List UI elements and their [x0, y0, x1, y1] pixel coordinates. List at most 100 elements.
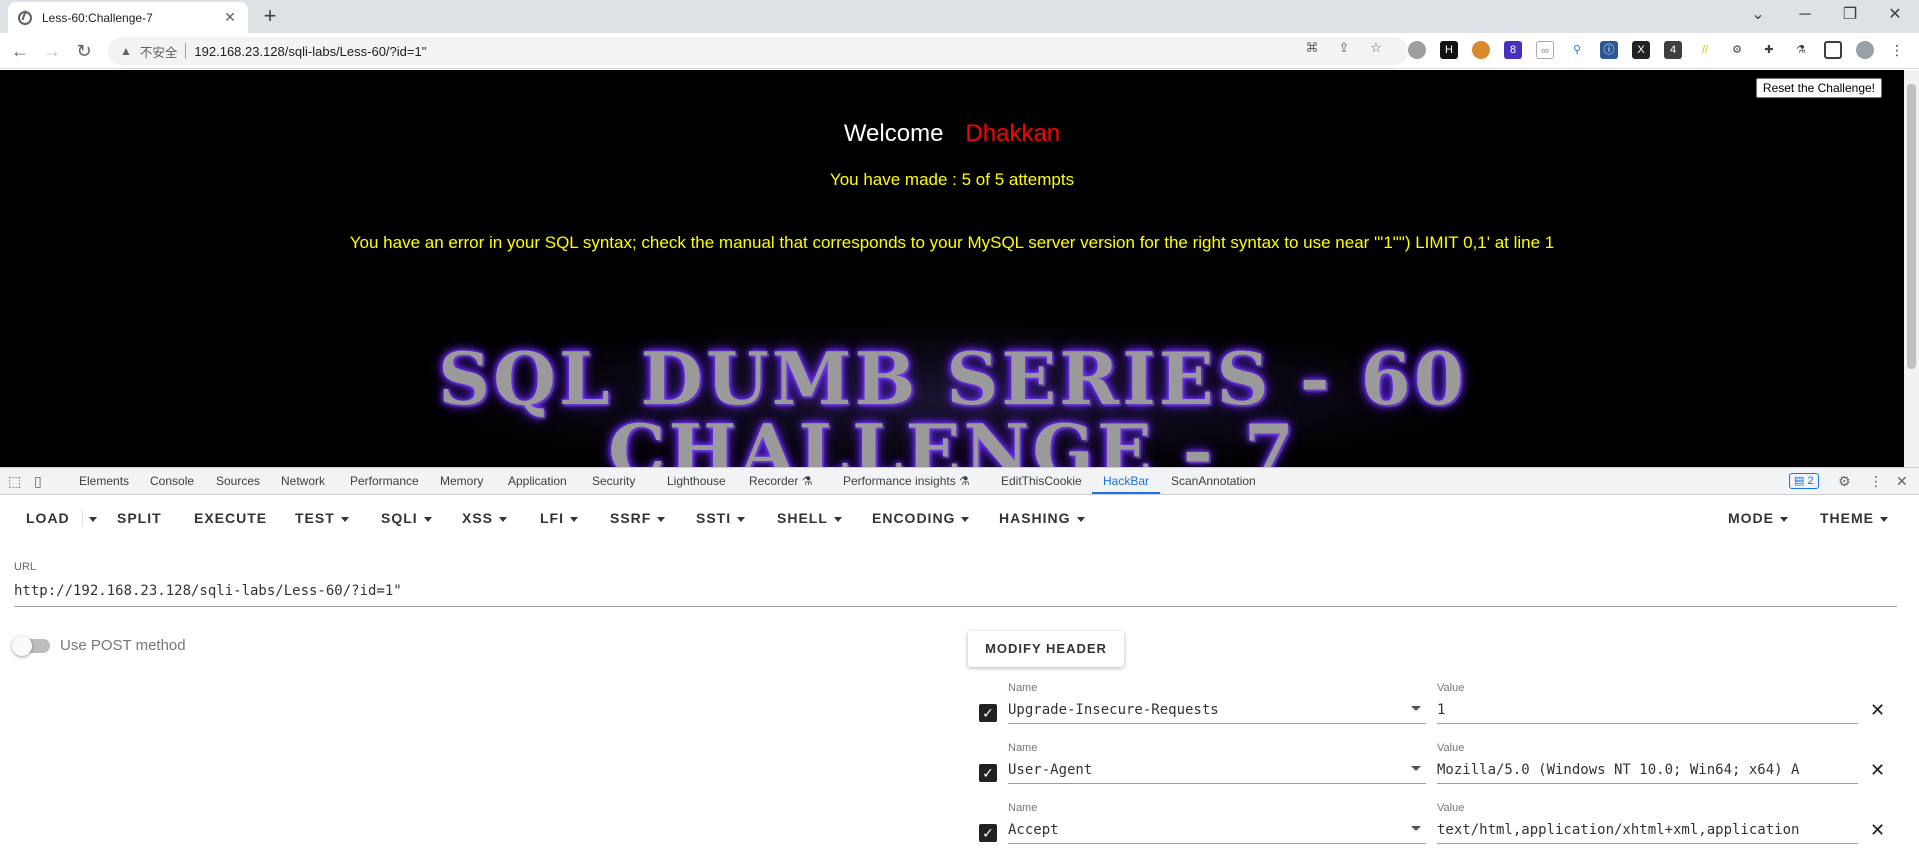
- extension-rings-icon[interactable]: ∞: [1536, 41, 1554, 59]
- devtools-tabbar: ⬚ ▯ Elements Console Sources Network Per…: [0, 468, 1919, 495]
- header-row: ✓ Name User-Agent Value Mozilla/5.0 (Win…: [968, 742, 1899, 802]
- split-button[interactable]: SPLIT: [117, 510, 162, 526]
- modify-header-button[interactable]: MODIFY HEADER: [968, 631, 1124, 667]
- load-button[interactable]: LOAD: [26, 510, 70, 526]
- execute-button[interactable]: EXECUTE: [194, 510, 267, 526]
- series-banner: SQL DUMB SERIES - 60 CHALLENGE - 7: [405, 318, 1500, 467]
- header-name-select[interactable]: Accept: [1008, 816, 1426, 844]
- chevron-down-icon[interactable]: [1411, 826, 1421, 831]
- tab-scanannotation[interactable]: ScanAnnotation: [1171, 474, 1256, 488]
- url-input[interactable]: http://192.168.23.128/sqli-labs/Less-60/…: [14, 577, 1897, 607]
- mode-menu[interactable]: MODE: [1728, 510, 1788, 526]
- hackbar-menu: LOAD SPLIT EXECUTE TEST SQLI XSS LFI SSR…: [0, 496, 1919, 542]
- tab-editthiscookie[interactable]: EditThisCookie: [1001, 474, 1082, 488]
- header-row: ✓ Name Upgrade-Insecure-Requests Value 1…: [968, 682, 1899, 742]
- delete-header-icon[interactable]: ✕: [1870, 760, 1885, 781]
- header-checkbox[interactable]: ✓: [979, 824, 997, 842]
- extension-x-icon[interactable]: X: [1632, 41, 1650, 59]
- test-menu[interactable]: TEST: [295, 510, 349, 526]
- browser-tab[interactable]: Less-60:Challenge-7 ✕: [8, 2, 248, 33]
- header-checkbox[interactable]: ✓: [979, 764, 997, 782]
- tab-sources[interactable]: Sources: [216, 474, 260, 488]
- back-icon[interactable]: ←: [9, 40, 31, 62]
- chevron-down-icon[interactable]: [1411, 766, 1421, 771]
- chevron-down-icon[interactable]: [1411, 706, 1421, 711]
- load-dropdown[interactable]: [82, 510, 97, 526]
- xss-menu[interactable]: XSS: [462, 510, 508, 526]
- bookmark-star-icon[interactable]: ☆: [1367, 39, 1385, 57]
- reset-challenge-button[interactable]: Reset the Challenge!: [1755, 78, 1882, 98]
- tab-hackbar[interactable]: HackBar: [1103, 474, 1149, 488]
- tab-lighthouse[interactable]: Lighthouse: [667, 474, 726, 488]
- tab-console[interactable]: Console: [150, 474, 194, 488]
- tab-application[interactable]: Application: [508, 474, 567, 488]
- forward-icon[interactable]: →: [41, 40, 63, 62]
- delete-header-icon[interactable]: ✕: [1870, 700, 1885, 721]
- device-toolbar-icon[interactable]: ▯: [34, 473, 42, 490]
- sql-error-text: You have an error in your SQL syntax; ch…: [349, 233, 1555, 252]
- chevron-down-icon: [89, 516, 97, 522]
- header-checkbox[interactable]: ✓: [979, 704, 997, 722]
- window-close-icon[interactable]: ✕: [1875, 2, 1915, 28]
- delete-header-icon[interactable]: ✕: [1870, 820, 1885, 841]
- tab-recorder[interactable]: Recorder ⚗: [749, 474, 812, 488]
- address-url[interactable]: 192.168.23.128/sqli-labs/Less-60/?id=1": [194, 44, 426, 59]
- extensions-puzzle-icon[interactable]: ✚: [1760, 41, 1778, 59]
- header-name-select[interactable]: Upgrade-Insecure-Requests: [1008, 696, 1426, 724]
- profile-avatar-icon[interactable]: [1856, 41, 1874, 59]
- browser-menu-icon[interactable]: ⋮: [1888, 41, 1906, 59]
- ssti-menu[interactable]: SSTI: [696, 510, 746, 526]
- url-label: URL: [14, 561, 37, 573]
- extension-badge-8-icon[interactable]: 8: [1504, 41, 1522, 59]
- tab-security[interactable]: Security: [592, 474, 635, 488]
- tab-close-icon[interactable]: ✕: [222, 9, 238, 26]
- warning-icon: ▲: [120, 44, 132, 58]
- tab-network[interactable]: Network: [281, 474, 325, 488]
- tab-performance[interactable]: Performance: [350, 474, 419, 488]
- reload-icon[interactable]: ↻: [73, 40, 95, 62]
- tab-memory[interactable]: Memory: [440, 474, 483, 488]
- tab-title: Less-60:Challenge-7: [42, 10, 153, 25]
- extension-h-icon[interactable]: H: [1440, 41, 1458, 59]
- extension-gear-icon[interactable]: ⚙: [1728, 41, 1746, 59]
- restore-icon[interactable]: ❐: [1830, 2, 1870, 28]
- devtools-menu-icon[interactable]: ⋮: [1869, 473, 1883, 490]
- header-name-label: Name: [1008, 742, 1038, 754]
- shell-menu[interactable]: SHELL: [777, 510, 842, 526]
- flask-icon[interactable]: ⚗: [1792, 41, 1810, 59]
- header-name-label: Name: [1008, 802, 1038, 814]
- cookie-icon[interactable]: [1472, 41, 1490, 59]
- header-value-input[interactable]: 1: [1437, 696, 1858, 724]
- sqli-menu[interactable]: SQLI: [381, 510, 432, 526]
- header-value-input[interactable]: text/html,application/xhtml+xml,applicat…: [1437, 816, 1858, 844]
- page-scrollbar[interactable]: [1904, 70, 1919, 467]
- post-method-toggle[interactable]: [12, 636, 50, 656]
- extension-circle-icon[interactable]: [1408, 41, 1426, 59]
- address-bar[interactable]: ▲ 不安全 192.168.23.128/sqli-labs/Less-60/?…: [108, 37, 1408, 65]
- extension-badge-4-icon[interactable]: 4: [1664, 41, 1682, 59]
- header-name-select[interactable]: User-Agent: [1008, 756, 1426, 784]
- ssrf-menu[interactable]: SSRF: [610, 510, 666, 526]
- new-tab-button[interactable]: +: [258, 4, 282, 28]
- header-value-input[interactable]: Mozilla/5.0 (Windows NT 10.0; Win64; x64…: [1437, 756, 1858, 784]
- extension-slash-icon[interactable]: //: [1696, 41, 1714, 59]
- minimize-icon[interactable]: ─: [1785, 2, 1825, 28]
- tab-search-icon[interactable]: ⌄: [1738, 2, 1778, 28]
- tab-performance-insights[interactable]: Performance insights ⚗: [843, 474, 970, 488]
- hashing-menu[interactable]: HASHING: [999, 510, 1085, 526]
- lfi-menu[interactable]: LFI: [540, 510, 578, 526]
- devtools-close-icon[interactable]: ✕: [1896, 473, 1908, 490]
- encoding-menu[interactable]: ENCODING: [872, 510, 970, 526]
- inspect-element-icon[interactable]: ⬚: [8, 473, 21, 490]
- theme-menu[interactable]: THEME: [1820, 510, 1888, 526]
- header-row: ✓ Name Accept Value text/html,applicatio…: [968, 802, 1899, 856]
- extension-pin-icon[interactable]: ⚲: [1568, 41, 1586, 59]
- extension-blue-icon[interactable]: ⓘ: [1600, 41, 1618, 59]
- insecure-label: 不安全: [139, 45, 178, 60]
- share-icon[interactable]: ⇪: [1335, 39, 1353, 57]
- issues-badge[interactable]: ▤ 2: [1789, 473, 1819, 489]
- tab-elements[interactable]: Elements: [79, 474, 129, 488]
- translate-icon[interactable]: ⌘: [1303, 39, 1321, 57]
- side-panel-icon[interactable]: [1824, 41, 1842, 59]
- settings-gear-icon[interactable]: ⚙: [1838, 473, 1851, 490]
